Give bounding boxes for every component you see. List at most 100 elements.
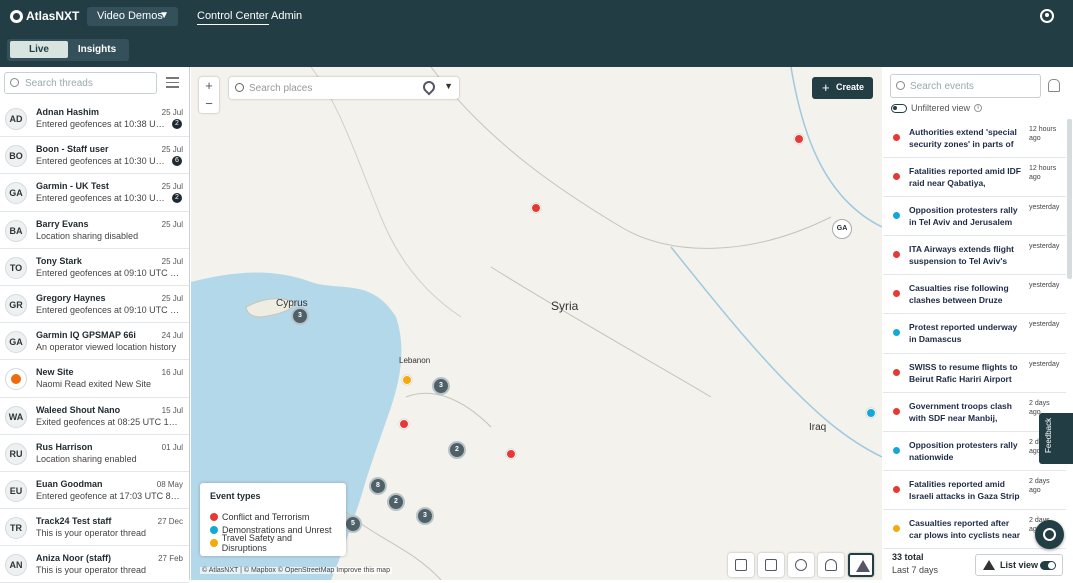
event-type-dot [893,524,900,532]
event-marker[interactable] [866,408,876,418]
event-marker[interactable] [506,449,516,459]
event-title: Opposition protesters rally nationwide [909,439,1018,462]
event-title: ITA Airways extends flight suspension to… [909,244,1015,267]
thread-name: Barry Evans [36,218,89,229]
legend-item-travel: Travel Safety and Disruptions [210,533,336,553]
event-cluster[interactable]: 5 [344,515,362,533]
map-settings-button[interactable] [728,553,754,577]
thread-row[interactable]: BA Barry Evans 25 Jul Location sharing disa… [0,212,189,249]
site-icon [5,368,27,391]
thread-row[interactable]: WA Waleed Shout Nano 15 Jul Exited geofence… [0,398,189,435]
event-row[interactable]: Fatalities reported amid Israeli attacks… [883,471,1066,510]
location-pin-icon[interactable] [420,78,438,96]
thread-date: 15 Jul [161,405,183,415]
filter-sliders-icon[interactable] [166,77,179,89]
event-type-dot [893,407,900,415]
people-icon [825,559,837,571]
event-row[interactable]: Protest reported underway in Damascus yes… [883,314,1066,354]
chevron-down-icon: ▼ [159,10,169,21]
legend-item-conflict: Conflict and Terrorism [210,510,336,523]
search-threads-placeholder: Search threads [25,78,93,89]
unread-badge: 2 [172,193,182,204]
tab-insights[interactable]: Insights [68,41,126,58]
top-navigation-bar: AtlasNXT Video Demos ▼ Control Center Ad… [0,0,1073,33]
event-row[interactable]: Opposition protesters rally in Tel Aviv … [883,197,1066,237]
info-icon[interactable]: i [974,104,983,112]
event-cluster[interactable]: 3 [432,377,450,395]
video-demos-select[interactable]: Video Demos ▼ [87,7,178,26]
thread-row[interactable]: RU Rus Harrison 01 Jul Location sharing ena… [0,435,189,472]
unfiltered-view-toggle[interactable]: Unfiltered view i [891,103,983,113]
zoom-in-button[interactable]: + [199,77,219,95]
event-row[interactable]: ITA Airways extends flight suspension to… [883,236,1066,276]
search-places-input[interactable]: Search places ▼ [229,77,459,99]
feedback-tab[interactable]: Feedback [1039,413,1073,464]
user-account-icon[interactable] [1040,9,1054,23]
event-cluster[interactable]: 2 [387,493,405,511]
nav-control-center[interactable]: Control Center [197,10,269,25]
thread-row[interactable]: EU Euan Goodman 08 May Entered geofence at … [0,472,189,510]
thread-row[interactable]: GR Gregory Haynes 25 Jul Entered geofences … [0,286,189,324]
events-layer-button[interactable] [848,553,874,577]
event-row[interactable]: Fatalities reported amid IDF raid near Q… [883,158,1066,198]
thread-name: Aniza Noor (staff) [36,553,111,564]
event-row[interactable]: Authorities extend 'special security zon… [883,119,1066,159]
toggle-switch[interactable] [1040,561,1056,570]
accessibility-button[interactable] [1035,520,1064,549]
thread-row[interactable]: GA Garmin IQ GPSMAP 66i 24 Jul An operator … [0,323,189,361]
thread-row[interactable]: AN Aniza Noor (staff) 27 Feb This is your o… [0,546,189,583]
thread-name: Garmin IQ GPSMAP 66i [36,330,136,341]
event-title: Fatalities reported amid IDF raid near Q… [909,166,1021,189]
tab-live[interactable]: Live [10,41,68,58]
unread-badge: 2 [172,119,182,129]
create-label: Create [836,82,865,92]
thread-row[interactable]: AD Adnan Hashim 25 Jul Entered geofences at… [0,100,189,138]
atlas-logo[interactable]: AtlasNXT [10,9,79,23]
search-threads-input[interactable]: Search threads [4,72,157,94]
map-view[interactable]: + − Search places ▼ + Create Cyprus Syri… [191,67,882,580]
event-cluster[interactable]: 3 [416,507,434,525]
search-events-input[interactable]: Search events [890,74,1041,98]
thread-list: AD Adnan Hashim 25 Jul Entered geofences at… [0,100,189,583]
avatar: EU [5,479,27,502]
thread-row[interactable]: TO Tony Stark 25 Jul Entered geofences at 0… [0,249,189,286]
event-marker[interactable] [531,203,541,213]
thread-date: 27 Dec [157,517,183,527]
thread-row[interactable]: TR Track24 Test staff 27 Dec This is your o… [0,509,189,547]
toggle-switch[interactable] [891,103,907,113]
event-marker[interactable] [399,419,409,429]
locations-button[interactable] [788,553,814,577]
event-list-scrollbar[interactable] [1067,119,1072,279]
thread-name: New Site [36,367,74,378]
list-view-toggle[interactable]: List view [975,554,1063,576]
nav-admin[interactable]: Admin [271,10,302,22]
event-time: yesterday [1029,360,1060,368]
zoom-controls: + − [199,77,219,113]
notification-bell-icon[interactable] [1048,79,1060,92]
event-cluster[interactable]: 8 [369,477,387,495]
thread-row[interactable]: GA Garmin - UK Test 25 Jul Entered geofence… [0,174,189,212]
zoom-out-button[interactable]: − [199,95,219,113]
thread-row[interactable]: New Site 16 Jul Naomi Read exited New Site [0,360,189,398]
map-toolbar [728,553,874,577]
event-cluster[interactable]: 3 [291,307,309,325]
thread-name: Adnan Hashim [36,107,100,117]
chevron-down-icon[interactable]: ▼ [444,81,453,91]
avatar: TO [5,256,27,279]
event-row[interactable]: Casualties rise following clashes betwee… [883,275,1066,315]
thread-row[interactable]: BO Boon - Staff user 25 Jul Entered geofenc… [0,137,189,175]
event-type-dot [893,329,900,337]
event-row[interactable]: SWISS to resume flights to Beirut Rafic … [883,354,1066,393]
event-type-dot [893,368,900,376]
user-location-pin[interactable]: GA [832,219,852,239]
people-button[interactable] [818,553,844,577]
event-cluster[interactable]: 2 [448,441,466,459]
thread-message: Location sharing disabled [36,230,139,241]
event-marker[interactable] [794,134,804,144]
map-attribution[interactable]: © AtlasNXT | © Mapbox © OpenStreetMap Im… [200,567,392,574]
event-time: yesterday [1029,204,1060,212]
legend-label: Conflict and Terrorism [222,511,310,522]
map-layers-button[interactable] [758,553,784,577]
create-button[interactable]: + Create [812,77,873,99]
event-marker[interactable] [402,375,412,385]
